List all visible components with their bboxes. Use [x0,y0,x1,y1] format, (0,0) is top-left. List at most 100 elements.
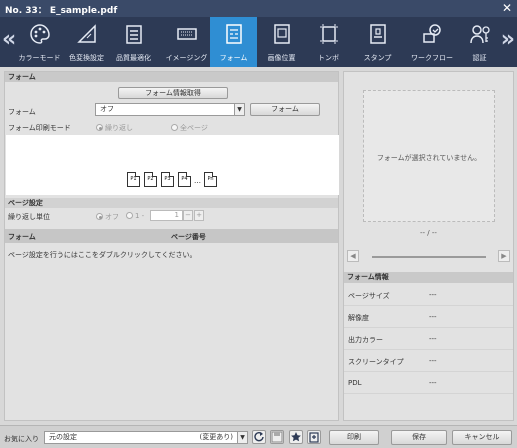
tab-color-mode[interactable]: カラーモード [16,17,63,67]
radio-dot [96,124,103,131]
checklist-icon [126,25,142,44]
form-icon [226,24,242,44]
radio-one-label: 1 - [135,212,145,220]
window-title: No. 33： E_sample.pdf [5,6,118,16]
form-preview-panel: フォームが選択されていません。 -- / -- ◀ ▶ フォーム情報 ページサイ… [343,71,514,421]
info-value: --- [429,335,437,343]
info-row-page-size: ページサイズ --- [344,284,513,306]
auth-icon [470,25,490,44]
radio-dot [96,213,103,220]
decrement-button[interactable]: − [183,210,193,221]
stamp-icon [370,24,386,44]
radio-dot [171,124,178,131]
tab-label: ワークフロー [411,54,453,62]
page-settings-hint[interactable]: ページ設定を行うにはここをダブルクリックしてください。 [8,250,196,260]
save-button[interactable]: 保存 [391,430,447,445]
info-row-screen-type: スクリーンタイプ --- [344,350,513,372]
info-value: --- [429,357,437,365]
repeat-unit-input[interactable]: 1 [150,210,183,221]
tab-label: トンボ [318,54,339,62]
preview-page: Pn [204,172,217,187]
radio-one[interactable]: 1 - [126,212,144,220]
info-row-pdl: PDL --- [344,372,513,394]
form-info-header: フォーム情報 [344,272,513,283]
favorites-select[interactable]: 元の設定 (変更あり) ▼ [44,431,248,444]
tab-image-position[interactable]: 画像位置 [258,17,305,67]
crop-marks-icon [320,24,338,44]
info-value: --- [429,291,437,299]
title-bar: No. 33： E_sample.pdf ✕ [0,0,517,17]
page-table-header: フォーム ページ番号 [5,229,338,243]
radio-repeat-label: 繰り返し [105,124,133,132]
tab-crop-marks[interactable]: トンボ [305,17,352,67]
tab-label: 品質最適化 [116,54,151,62]
tab-workflow[interactable]: ワークフロー [404,17,460,67]
info-key: 解像度 [348,314,369,322]
print-mode-label: フォーム印刷モード [8,124,71,132]
export-button[interactable] [307,430,321,444]
print-button[interactable]: 印刷 [329,430,379,445]
cancel-button[interactable]: キャンセル [452,430,512,445]
tab-label: 画像位置 [267,54,296,62]
modified-indicator: (変更あり) [199,433,233,441]
tab-label: イメージング [165,54,208,62]
info-value: --- [429,313,437,321]
preview-ellipsis: … [194,177,201,185]
radio-dot [126,212,133,219]
form-preview-area: フォームが選択されていません。 [363,90,495,222]
tab-form[interactable]: フォーム [210,17,257,67]
info-key: 出力カラー [348,336,383,344]
preview-page: P1 [127,172,140,187]
increment-button[interactable]: + [194,210,204,221]
tab-label: スタンプ [363,54,392,62]
repeat-unit-label: 繰り返し単位 [8,213,50,221]
page-indicator: -- / -- [420,229,437,237]
tab-quality[interactable]: 品質最適化 [110,17,157,67]
tab-imaging[interactable]: イメージング [163,17,210,67]
radio-all-pages[interactable]: 全ページ [171,123,208,133]
favorites-value: 元の設定 [49,433,77,441]
info-key: ページサイズ [348,292,390,300]
form-preview: P1 P2 P3 P4 … Pn [6,135,339,195]
workflow-icon [423,24,441,43]
scroll-left-icon[interactable]: « [2,27,16,53]
chevron-down-icon: ▼ [234,104,244,115]
form-select[interactable]: オフ ▼ [95,103,245,116]
page-slider[interactable] [372,256,486,258]
image-position-icon [274,24,290,44]
radio-off[interactable]: オフ [96,212,119,222]
info-value: --- [429,379,437,387]
preview-page: P2 [144,172,157,187]
next-page-button[interactable]: ▶ [498,250,510,262]
function-toolbar: « カラーモード 色変換設定 品質最適化 イメージング フォーム 画像位置 トン… [0,17,517,67]
tab-label: フォーム [219,54,248,62]
col-page-number: ページ番号 [171,233,206,241]
favorite-star-button[interactable] [289,430,303,444]
floppy-icon [271,431,283,443]
tab-label: 認証 [472,54,487,62]
export-icon [309,432,319,443]
imaging-icon [177,28,197,40]
preview-page: P4 [178,172,191,187]
refresh-button[interactable] [252,430,266,444]
tab-auth[interactable]: 認証 [456,17,503,67]
scroll-right-icon[interactable]: » [501,27,515,53]
tab-stamp[interactable]: スタンプ [354,17,401,67]
favorites-label: お気に入り [4,435,39,443]
prev-page-button[interactable]: ◀ [347,250,359,262]
form-select-value: オフ [100,105,114,113]
get-form-info-button[interactable]: フォーム情報取得 [118,87,228,99]
tab-label: カラーモード [18,54,61,62]
close-icon[interactable]: ✕ [502,1,512,15]
save-favorite-button[interactable] [270,430,284,444]
page-settings-header: ページ設定 [5,198,338,208]
info-key: PDL [348,379,362,387]
form-settings-panel: フォーム フォーム情報取得 フォーム オフ ▼ フォーム フォーム印刷モード 繰… [4,71,339,421]
radio-repeat[interactable]: 繰り返し [96,123,133,133]
chevron-down-icon: ▼ [237,432,247,443]
no-form-message: フォームが選択されていません。 [376,154,482,162]
form-label: フォーム [8,108,36,116]
form-button[interactable]: フォーム [250,103,320,116]
star-icon [291,432,301,442]
tab-color-convert[interactable]: 色変換設定 [63,17,110,67]
